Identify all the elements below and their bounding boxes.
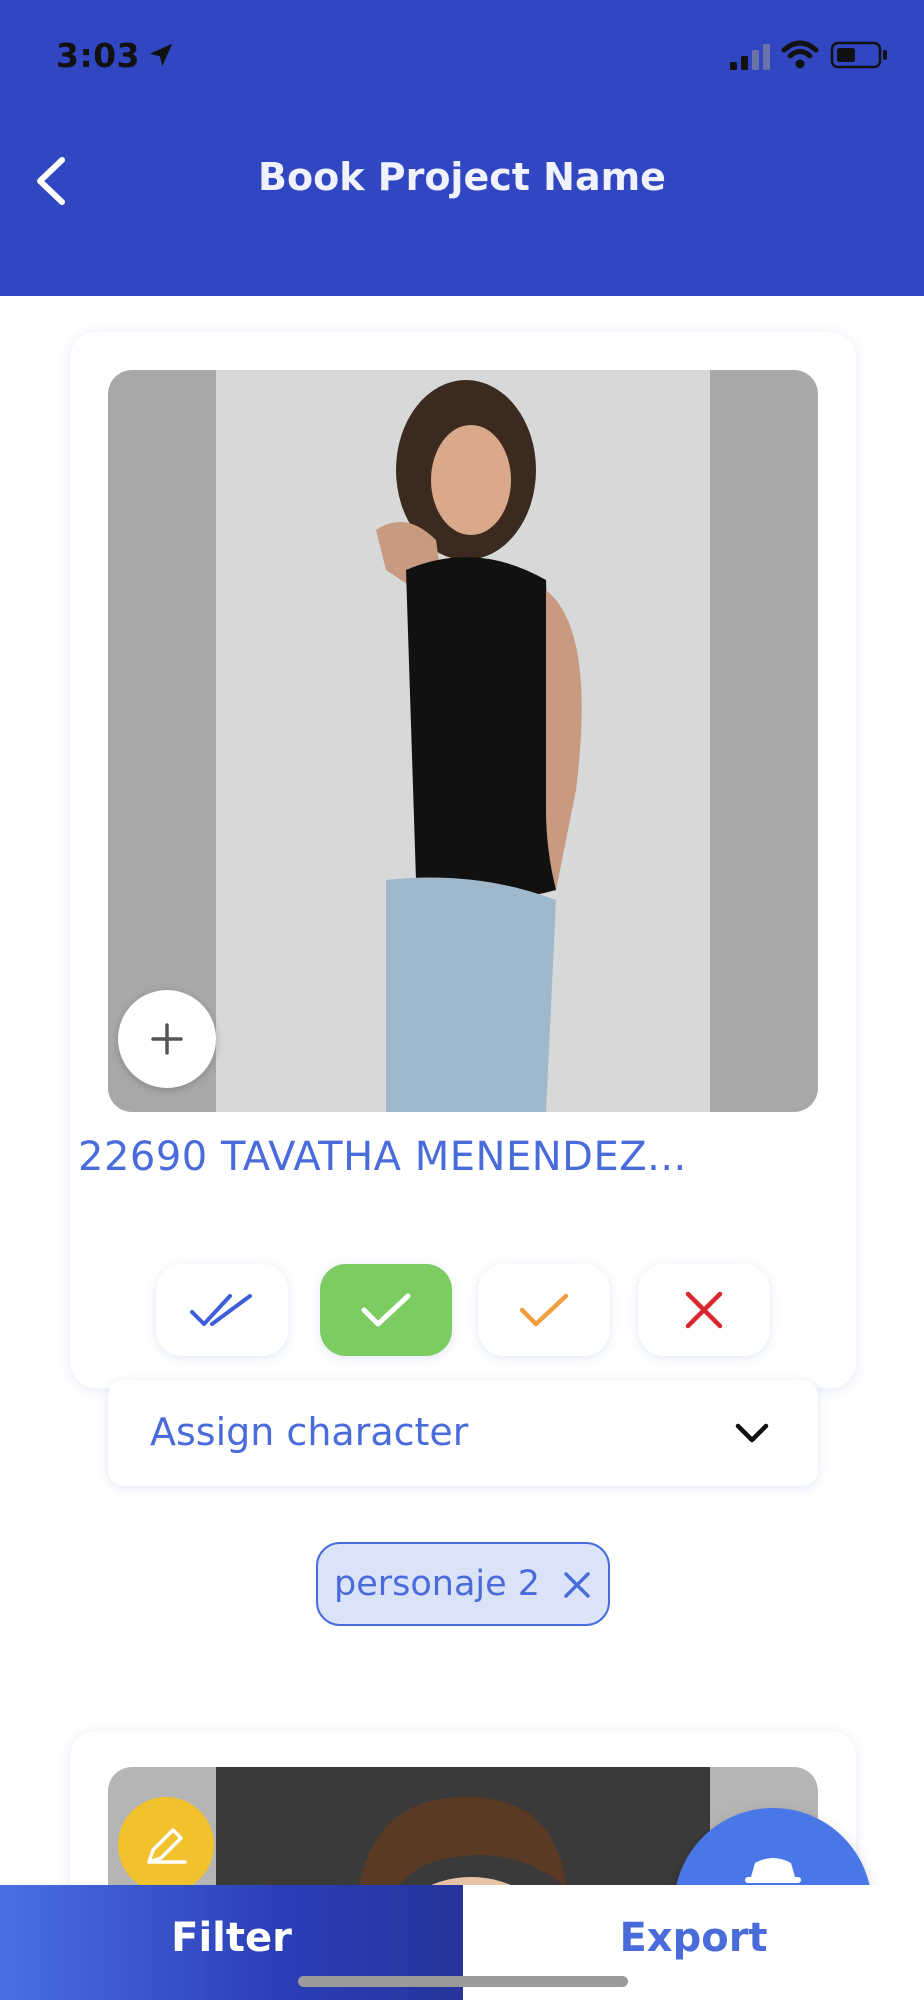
battery-icon — [830, 41, 887, 69]
character-chip: personaje 2 — [316, 1542, 610, 1626]
reject-button[interactable] — [638, 1264, 770, 1356]
close-icon[interactable] — [560, 1568, 594, 1602]
check-icon — [519, 1293, 569, 1327]
approve-button[interactable] — [320, 1264, 452, 1356]
filter-label: Filter — [171, 1915, 292, 1961]
model-photo[interactable] — [108, 370, 818, 1112]
status-time: 3:03 — [56, 36, 141, 75]
photo-card — [70, 332, 856, 1388]
person-silhouette-2 — [359, 1797, 566, 1885]
maybe-button[interactable] — [478, 1264, 610, 1356]
signal-icon — [730, 44, 770, 70]
chip-label: personaje 2 — [334, 1564, 541, 1604]
add-photo-button[interactable] — [118, 990, 216, 1088]
check-icon — [361, 1293, 411, 1327]
assign-character-label: Assign character — [150, 1410, 469, 1454]
export-label: Export — [619, 1915, 768, 1961]
edit-button[interactable] — [118, 1797, 214, 1885]
chevron-down-icon — [735, 1423, 769, 1443]
home-indicator[interactable] — [298, 1976, 628, 1987]
location-arrow-icon — [149, 43, 173, 67]
assign-character-dropdown[interactable]: Assign character — [108, 1380, 818, 1486]
edit-icon — [147, 1828, 187, 1864]
double-check-icon — [190, 1294, 252, 1326]
double-check-button[interactable] — [156, 1264, 288, 1356]
page-title: Book Project Name — [258, 155, 666, 199]
content-scroll[interactable]: 22690 TAVATHA MENENDEZ... Assign charact… — [0, 296, 924, 1885]
model-name: 22690 TAVATHA MENENDEZ... — [78, 1134, 687, 1180]
person-silhouette — [376, 380, 582, 1112]
wifi-icon — [781, 40, 819, 69]
plus-icon — [151, 1023, 183, 1055]
close-icon — [685, 1291, 723, 1329]
add-character-icon — [745, 1858, 801, 1883]
app-header: 3:03 Book Project Name — [0, 0, 924, 296]
